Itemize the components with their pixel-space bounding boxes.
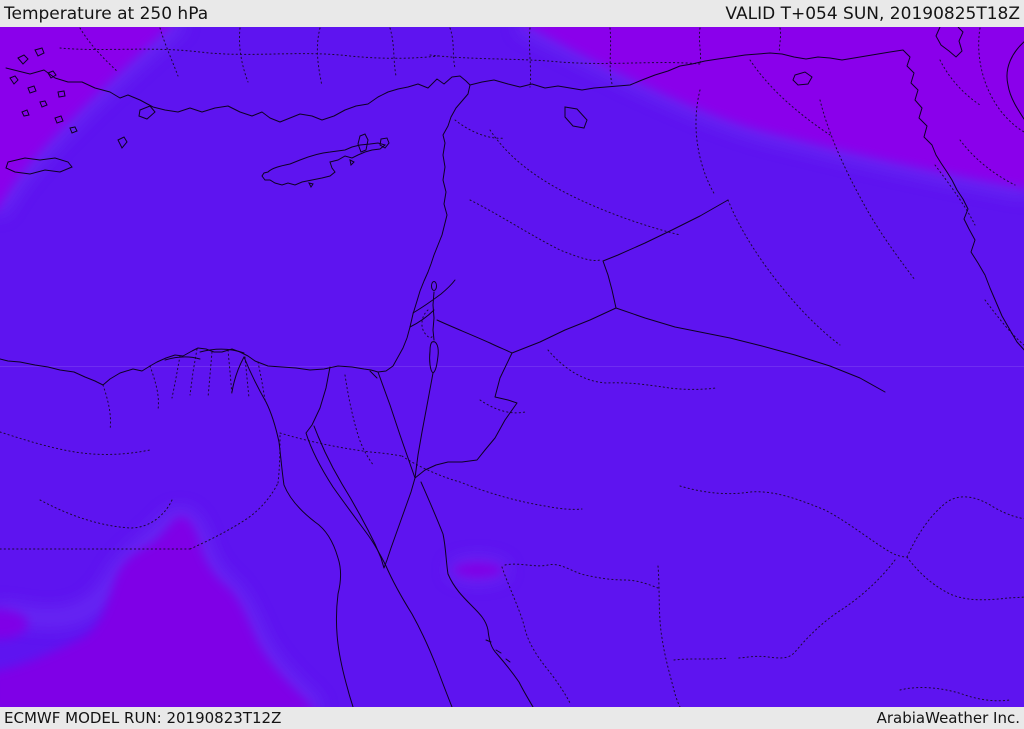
credit-label: ArabiaWeather Inc. [876, 709, 1020, 727]
model-run-label: ECMWF MODEL RUN: 20190823T12Z [4, 709, 282, 727]
bottom-status-bar: ECMWF MODEL RUN: 20190823T12Z ArabiaWeat… [0, 707, 1024, 729]
valid-time-label: VALID T+054 SUN, 20190825T18Z [725, 3, 1020, 24]
weather-map [0, 27, 1024, 707]
top-title-bar: Temperature at 250 hPa VALID T+054 SUN, … [0, 0, 1024, 27]
map-title: Temperature at 250 hPa [4, 3, 209, 24]
